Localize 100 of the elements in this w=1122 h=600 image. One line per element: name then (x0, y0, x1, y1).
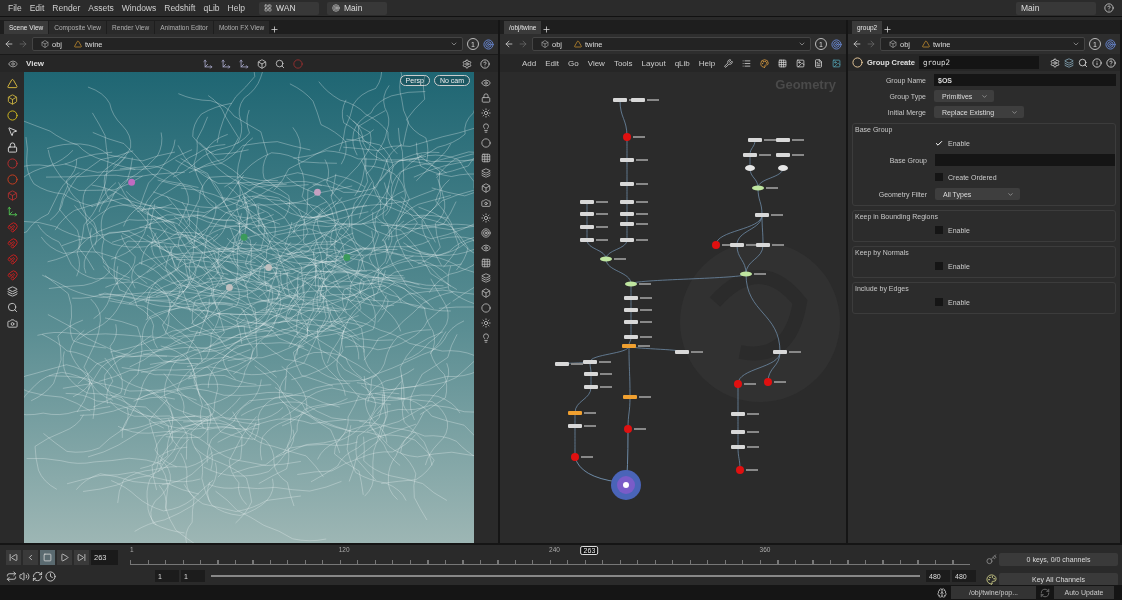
info-icon[interactable] (1092, 57, 1102, 68)
menu-item[interactable]: Help (227, 3, 245, 13)
reverse-icon (26, 552, 35, 562)
sun-icon[interactable] (481, 213, 491, 223)
eye-icon[interactable] (481, 243, 491, 253)
list-icon[interactable] (742, 58, 752, 68)
menu-item[interactable]: Assets (88, 3, 114, 13)
realtime-icon[interactable] (32, 570, 43, 582)
cube-icon[interactable] (481, 288, 491, 298)
first-frame-button[interactable] (6, 549, 21, 565)
grid-icon[interactable] (481, 153, 491, 163)
target-icon[interactable] (831, 38, 842, 50)
cube-icon[interactable] (481, 183, 491, 193)
layers-icon[interactable] (481, 168, 491, 178)
play-icon (60, 552, 69, 562)
layers-icon[interactable] (481, 273, 491, 283)
lightbulb-icon[interactable] (481, 333, 491, 343)
wrench-icon[interactable] (724, 58, 734, 68)
help-icon[interactable] (1106, 57, 1116, 68)
add-tab-icon[interactable] (542, 25, 552, 34)
back-arrow-icon[interactable] (852, 39, 862, 49)
add-tab-icon[interactable] (270, 25, 280, 34)
last-frame-button[interactable] (74, 549, 89, 565)
menu-item[interactable]: qLib (203, 3, 220, 13)
sun-icon[interactable] (481, 318, 491, 328)
menu-item[interactable]: Render (52, 3, 81, 13)
settings-icon[interactable] (1050, 57, 1060, 68)
skip-forward-icon (77, 552, 86, 562)
search-icon[interactable] (1078, 57, 1088, 68)
menu-selector[interactable]: Main (1016, 1, 1096, 15)
play-button[interactable] (57, 549, 72, 565)
axes-icon[interactable] (239, 58, 250, 69)
network-menu-item[interactable]: Add (522, 58, 537, 68)
desktop-selector[interactable]: WAN (259, 1, 319, 15)
layout-icon (264, 4, 272, 12)
picture-icon[interactable] (832, 58, 842, 68)
sun-icon[interactable] (481, 108, 491, 118)
audio-icon[interactable] (19, 570, 30, 582)
lock-icon[interactable] (481, 93, 491, 103)
network-menu-item[interactable]: Edit (545, 58, 560, 68)
skip-back-icon (9, 552, 18, 562)
camera-icon[interactable] (481, 198, 491, 208)
settings-icon[interactable] (462, 58, 472, 69)
dropdown-caret-icon[interactable] (798, 40, 806, 48)
palette-icon[interactable] (760, 58, 770, 68)
pointer-icon[interactable] (6, 126, 18, 137)
image-icon[interactable] (796, 58, 806, 68)
view-icon[interactable] (8, 58, 18, 69)
checkbox[interactable] (935, 139, 943, 147)
zoom-icon[interactable] (275, 58, 286, 69)
network-menu-item[interactable]: qLib (674, 58, 690, 68)
circle-icon[interactable] (481, 138, 491, 148)
menu-item[interactable]: File (8, 3, 22, 13)
help-icon[interactable] (1104, 3, 1114, 13)
brain-icon[interactable] (937, 587, 947, 598)
search-icon[interactable] (6, 302, 18, 313)
cube-icon[interactable] (6, 94, 18, 105)
axes-icon[interactable] (221, 58, 232, 69)
help-icon[interactable] (480, 58, 490, 69)
crosshair-icon (332, 4, 340, 12)
back-arrow-icon[interactable] (504, 39, 514, 49)
scene-selector[interactable]: Main (327, 1, 387, 15)
caret-icon (1011, 108, 1018, 116)
grid-icon[interactable] (481, 258, 491, 268)
refresh-icon[interactable] (1040, 587, 1050, 598)
node-icon[interactable] (852, 57, 863, 68)
network-menu-item[interactable]: View (587, 58, 605, 68)
loop-icon[interactable] (6, 570, 17, 582)
network-menu-item[interactable]: Go (568, 58, 579, 68)
network-menu-item[interactable]: Help (698, 58, 716, 68)
cone-icon[interactable] (6, 78, 18, 89)
menu-item[interactable]: Redshift (164, 3, 196, 13)
lightbulb-icon[interactable] (481, 123, 491, 133)
menu-item[interactable]: Edit (29, 3, 45, 13)
camera-icon[interactable] (6, 318, 18, 329)
cube-icon[interactable] (257, 58, 268, 69)
axes-icon[interactable] (6, 206, 18, 217)
add-tab-icon[interactable] (883, 25, 893, 34)
network-menu-item[interactable]: Layout (641, 58, 666, 68)
dropdown-caret-icon[interactable] (1072, 40, 1080, 48)
target-icon[interactable] (481, 228, 491, 238)
note-icon[interactable] (814, 58, 824, 68)
menu-item[interactable]: Windows (121, 3, 157, 13)
sphere-icon[interactable] (6, 110, 18, 121)
text-field[interactable] (935, 154, 1115, 166)
grid-icon[interactable] (778, 58, 788, 68)
clock-icon[interactable] (45, 570, 56, 582)
target-icon[interactable] (483, 38, 494, 50)
network-menu-item[interactable]: Tools (613, 58, 633, 68)
lock-icon[interactable] (6, 142, 18, 153)
eye-icon[interactable] (481, 78, 491, 88)
target-icon[interactable] (1105, 38, 1116, 50)
circle-icon[interactable] (481, 303, 491, 313)
dropdown-caret-icon[interactable] (450, 40, 458, 48)
stop-button[interactable] (40, 549, 55, 565)
stop-icon (43, 552, 52, 562)
key-icon[interactable] (986, 553, 997, 565)
back-arrow-icon[interactable] (4, 39, 14, 49)
axes-icon[interactable] (203, 58, 214, 69)
layers-icon[interactable] (6, 286, 18, 297)
